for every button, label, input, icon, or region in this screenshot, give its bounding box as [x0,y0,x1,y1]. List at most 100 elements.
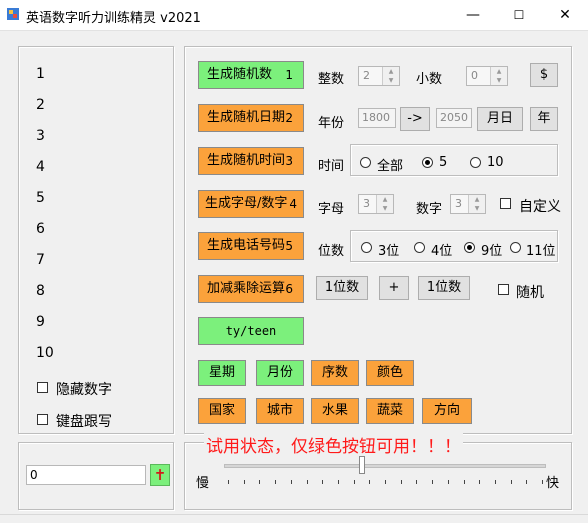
hide-numbers-checkbox[interactable] [37,382,48,393]
phone-option-label: 11位 [526,244,556,259]
year-button[interactable]: 年 [530,107,558,131]
digit-count-left-button[interactable]: 1位数 [316,276,368,300]
app-icon [6,7,20,21]
category-button[interactable]: 颜色 [366,360,414,386]
spinner-arrows-icon[interactable]: ▲ ▼ [376,195,393,213]
category-button[interactable]: 方向 [422,398,472,424]
gen-date-button[interactable]: 生成随机日期 2 [198,104,304,132]
phone-option-label: 3位 [378,244,400,259]
list-item: 7 [36,252,45,268]
phone-option-label: 9位 [481,244,503,259]
year-label: 年份 [318,116,345,131]
phone-3-radio[interactable] [361,242,372,253]
time-5-radio[interactable] [422,157,433,168]
phone-11-radio[interactable] [510,242,521,253]
arith-button[interactable]: 加减乘除运算 6 [198,275,304,303]
slow-label: 慢 [196,476,210,491]
decimal-spinner[interactable]: 0 ▲ ▼ [466,66,508,86]
phone-4-radio[interactable] [414,242,425,253]
spinner-arrows-icon[interactable]: ▲ ▼ [468,195,485,213]
title-bar[interactable]: 英语数字听力训练精灵 v2021 — ☐ ✕ [0,0,588,31]
spinner-arrows-icon[interactable]: ▲ ▼ [382,67,399,85]
category-button[interactable]: 序数 [311,360,359,386]
category-button[interactable]: 国家 [198,398,246,424]
fast-label: 快 [546,476,560,491]
digit-count-right-button[interactable]: 1位数 [418,276,470,300]
time-option-label: 5 [439,155,448,170]
digit-spinner[interactable]: 3 ▲ ▼ [450,194,486,214]
gen-number-button[interactable]: 生成随机数 1 [198,61,304,89]
year-from-input[interactable]: 1800 [358,108,396,128]
letter-spinner[interactable]: 3 ▲ ▼ [358,194,394,214]
list-item: 6 [36,221,45,237]
maximize-button[interactable]: ☐ [496,0,542,30]
list-item: 5 [36,190,45,206]
slider-tick [526,480,528,484]
gen-number-label: 生成随机数 [207,67,273,82]
spinner-arrows-icon[interactable]: ▲ ▼ [490,67,507,85]
list-item: 9 [36,314,45,330]
random-label: 随机 [516,285,544,301]
slider-tick [322,480,324,484]
integer-spinner[interactable]: 2 ▲ ▼ [358,66,400,86]
slider-tick [353,480,355,484]
random-checkbox[interactable] [498,284,509,295]
custom-checkbox[interactable] [500,198,511,209]
minimize-button[interactable]: — [450,0,496,30]
category-button[interactable]: 水果 [311,398,359,424]
answer-input[interactable]: 0 [26,465,146,485]
category-button[interactable]: 星期 [198,360,246,386]
ty-teen-button[interactable]: ty/teen [198,317,304,345]
speed-slider-track[interactable] [224,464,546,468]
arith-label: 加减乘除运算 [207,281,286,296]
category-button[interactable]: 月份 [256,360,304,386]
gen-letter-button[interactable]: 生成字母/数字 4 [198,190,304,218]
category-button[interactable]: 蔬菜 [366,398,414,424]
slider-tick [369,480,371,484]
slider-tick [290,480,292,484]
letter-value: 3 [363,197,370,210]
slider-tick [432,480,434,484]
shortcut-number: 6 [285,282,293,296]
operator-button[interactable]: + [379,276,409,300]
time-option-label: 全部 [377,159,404,174]
slider-tick [494,480,496,484]
slider-tick [337,480,339,484]
digit-label: 数字 [416,202,443,217]
dollar-button[interactable]: $ [530,63,558,87]
shortcut-number: 3 [285,154,293,168]
slider-tick [542,480,543,484]
category-button[interactable]: 城市 [256,398,304,424]
slider-tick [447,480,449,484]
arrow-button[interactable]: -> [400,107,430,131]
month-day-button[interactable]: 月日 [477,107,523,131]
gen-time-label: 生成随机时间 [207,153,286,168]
gen-time-button[interactable]: 生成随机时间 3 [198,147,304,175]
shortcut-number: 5 [285,239,293,253]
time-label: 时间 [318,159,345,174]
shortcut-number: 1 [285,68,293,82]
window-title: 英语数字听力训练精灵 v2021 [26,11,201,26]
close-button[interactable]: ✕ [542,0,588,30]
time-option-label: 10 [487,155,504,170]
cross-icon[interactable]: ✝ [150,464,170,486]
time-all-radio[interactable] [360,157,371,168]
speed-slider-thumb[interactable] [358,456,365,474]
slider-tick [463,480,465,484]
gen-letter-label: 生成字母/数字 [205,196,288,211]
gen-phone-button[interactable]: 生成电话号码 5 [198,232,304,260]
time-10-radio[interactable] [470,157,481,168]
list-item: 8 [36,283,45,299]
list-item: 10 [36,345,54,361]
year-to-input[interactable]: 2050 [436,108,472,128]
decimal-label: 小数 [416,72,443,87]
slider-tick [510,480,512,484]
slider-tick [228,480,229,484]
hide-numbers-label: 隐藏数字 [56,382,112,398]
trial-notice: 试用状态，仅绿色按钮可用！！！ [204,432,463,457]
digit-value: 3 [455,197,462,210]
keyboard-follow-checkbox[interactable] [37,414,48,425]
gen-date-label: 生成随机日期 [207,110,286,125]
keyboard-follow-label: 键盘跟写 [56,414,112,430]
phone-9-radio[interactable] [464,242,475,253]
